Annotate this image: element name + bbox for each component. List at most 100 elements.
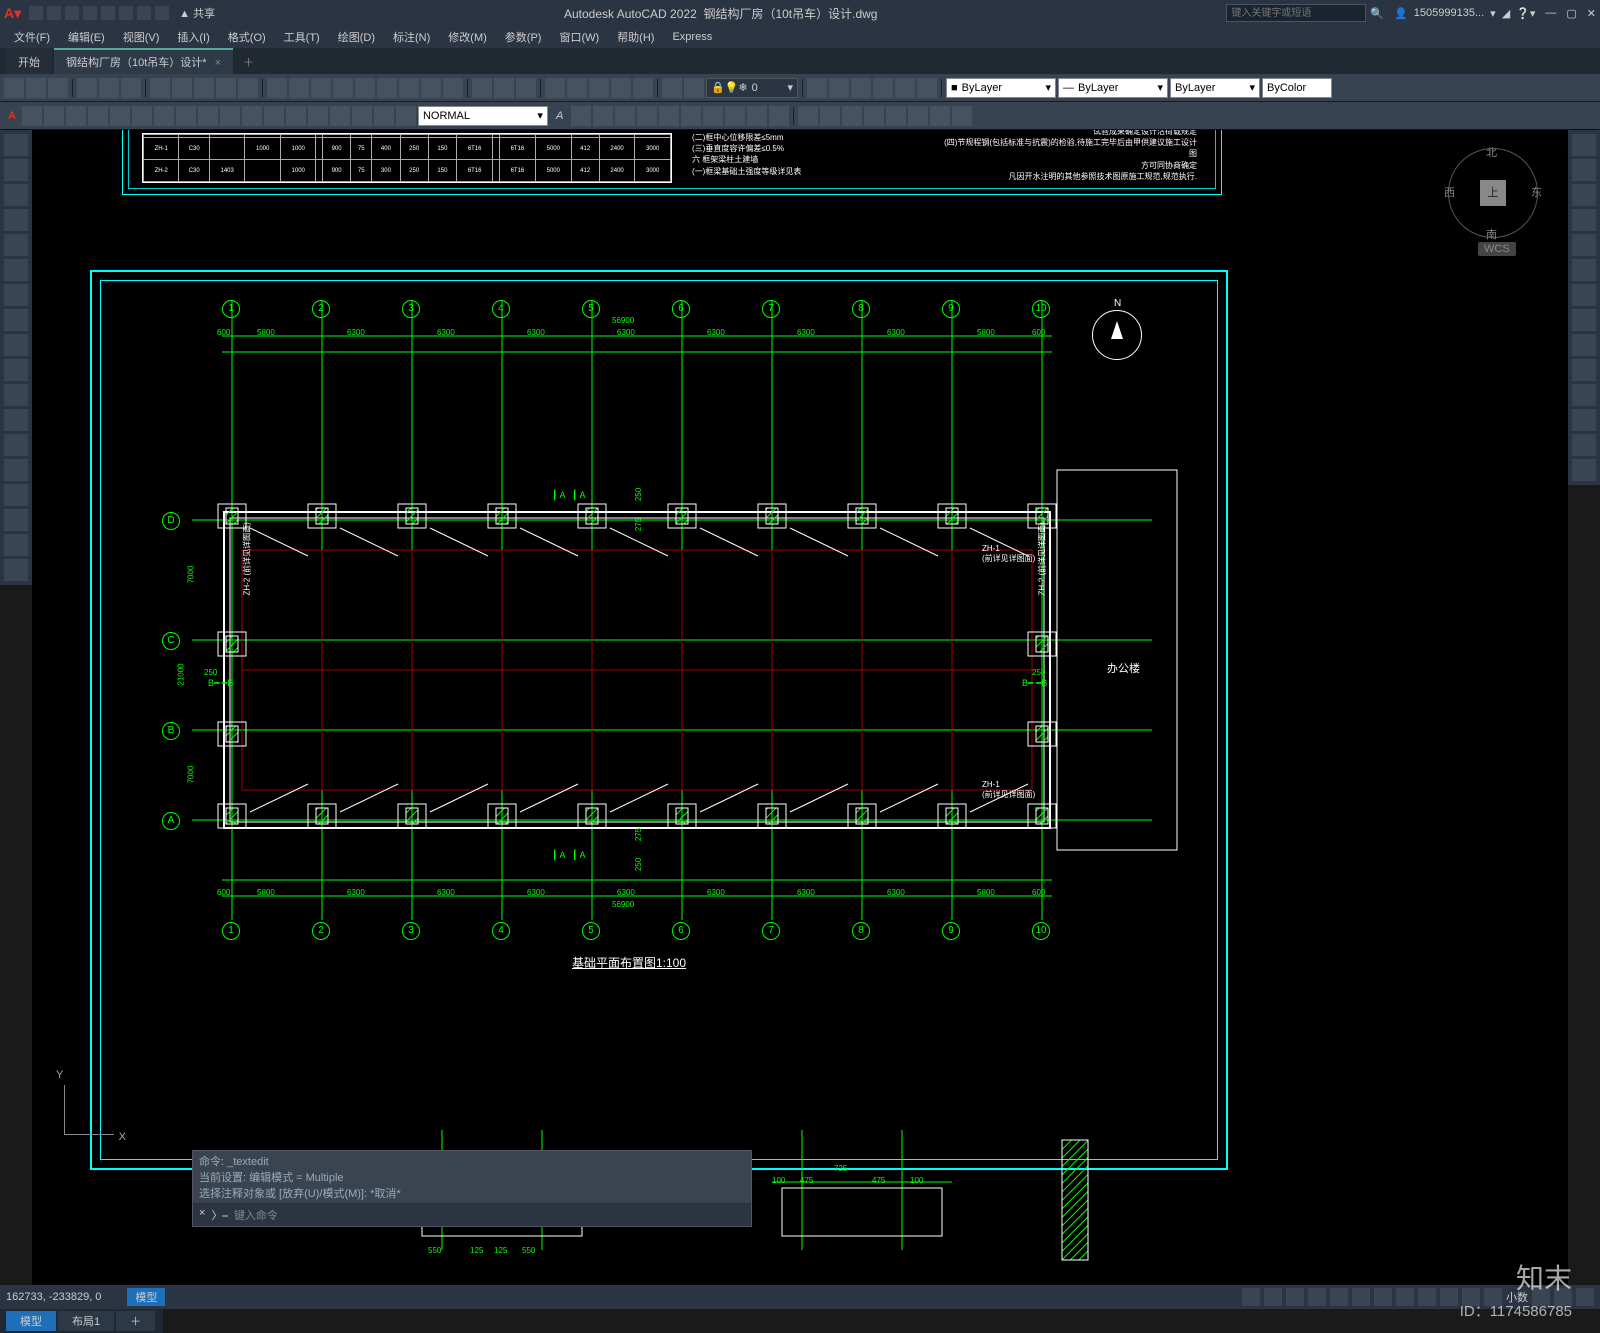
tool-button[interactable] bbox=[1572, 409, 1596, 431]
wcs-badge[interactable]: WCS bbox=[1478, 242, 1516, 256]
tool-button[interactable] bbox=[1572, 309, 1596, 331]
autodesk-app-icon[interactable]: ◢ bbox=[1502, 7, 1510, 20]
tab-layout1[interactable]: 布局1 bbox=[58, 1311, 114, 1331]
tool-button[interactable] bbox=[264, 106, 284, 126]
tool-button[interactable] bbox=[637, 106, 657, 126]
tool-button[interactable] bbox=[725, 106, 745, 126]
tool-button[interactable] bbox=[77, 78, 97, 98]
modelspace-button[interactable]: 模型 bbox=[127, 1288, 165, 1306]
menu-dim[interactable]: 标注(N) bbox=[385, 27, 438, 47]
tool-button[interactable] bbox=[198, 106, 218, 126]
viewcube[interactable]: 上 北 南 东 西 WCS bbox=[1448, 148, 1538, 238]
new-tab-button[interactable]: ＋ bbox=[235, 50, 262, 74]
tool-button[interactable] bbox=[374, 106, 394, 126]
tool-button[interactable] bbox=[807, 78, 827, 98]
tool-button[interactable] bbox=[571, 106, 591, 126]
tool-button[interactable] bbox=[88, 106, 108, 126]
qat-icon[interactable] bbox=[119, 6, 133, 20]
menu-format[interactable]: 格式(O) bbox=[220, 27, 274, 47]
tool-button[interactable] bbox=[851, 78, 871, 98]
tool-button[interactable] bbox=[44, 106, 64, 126]
tool-button[interactable] bbox=[242, 106, 262, 126]
tool-button[interactable] bbox=[593, 106, 613, 126]
tool-button[interactable] bbox=[589, 78, 609, 98]
tool-button[interactable] bbox=[330, 106, 350, 126]
close-icon[interactable]: × bbox=[199, 1207, 205, 1223]
tool-button[interactable] bbox=[352, 106, 372, 126]
tool-button[interactable] bbox=[154, 106, 174, 126]
status-button[interactable] bbox=[1418, 1288, 1436, 1306]
tool-button[interactable] bbox=[121, 78, 141, 98]
status-button[interactable] bbox=[1242, 1288, 1260, 1306]
tool-button[interactable] bbox=[4, 259, 28, 281]
tool-button[interactable] bbox=[4, 134, 28, 156]
menu-help[interactable]: 帮助(H) bbox=[609, 27, 662, 47]
tool-button[interactable] bbox=[615, 106, 635, 126]
tool-button[interactable] bbox=[48, 78, 68, 98]
tool-button[interactable] bbox=[917, 78, 937, 98]
tool-button[interactable] bbox=[1572, 284, 1596, 306]
tool-button[interactable] bbox=[1572, 184, 1596, 206]
tool-button[interactable] bbox=[26, 78, 46, 98]
prop-lt-combo[interactable]: ByLayer▾ bbox=[1170, 78, 1260, 98]
tool-button[interactable] bbox=[494, 78, 514, 98]
tool-button[interactable] bbox=[873, 78, 893, 98]
tool-button[interactable] bbox=[633, 78, 653, 98]
tool-button[interactable] bbox=[829, 78, 849, 98]
tab-model[interactable]: 模型 bbox=[6, 1311, 56, 1331]
menu-file[interactable]: 文件(F) bbox=[6, 27, 58, 47]
tool-button[interactable] bbox=[311, 78, 331, 98]
tool-button[interactable] bbox=[4, 159, 28, 181]
tool-button[interactable] bbox=[4, 509, 28, 531]
menu-modify[interactable]: 修改(M) bbox=[440, 27, 495, 47]
layer-color-combo[interactable]: 🔒💡❄0▾ bbox=[706, 78, 798, 98]
status-button[interactable] bbox=[1286, 1288, 1304, 1306]
tool-button[interactable] bbox=[4, 184, 28, 206]
tool-button[interactable] bbox=[703, 106, 723, 126]
tool-button[interactable] bbox=[238, 78, 258, 98]
tool-button[interactable] bbox=[681, 106, 701, 126]
menu-window[interactable]: 窗口(W) bbox=[551, 27, 607, 47]
tool-button[interactable] bbox=[396, 106, 416, 126]
tool-button[interactable] bbox=[1572, 384, 1596, 406]
status-button[interactable] bbox=[1308, 1288, 1326, 1306]
tool-button[interactable] bbox=[1572, 159, 1596, 181]
tool-button[interactable] bbox=[820, 106, 840, 126]
text-style-combo[interactable]: NORMAL▾ bbox=[418, 106, 548, 126]
command-line[interactable]: 命令: _textedit当前设置: 编辑模式 = Multiple选择注释对象… bbox=[192, 1150, 752, 1227]
maximize-button[interactable]: ▢ bbox=[1566, 7, 1576, 20]
tool-button[interactable] bbox=[567, 78, 587, 98]
tool-button[interactable] bbox=[267, 78, 287, 98]
annotative-icon[interactable]: A bbox=[556, 110, 563, 122]
tool-button[interactable] bbox=[220, 106, 240, 126]
tool-button[interactable] bbox=[150, 78, 170, 98]
close-button[interactable]: ✕ bbox=[1587, 7, 1596, 20]
tool-button[interactable] bbox=[1572, 359, 1596, 381]
tool-button[interactable] bbox=[4, 534, 28, 556]
tool-button[interactable] bbox=[798, 106, 818, 126]
tool-button[interactable] bbox=[4, 384, 28, 406]
tool-button[interactable] bbox=[4, 484, 28, 506]
help-search-input[interactable] bbox=[1226, 4, 1366, 22]
tool-button[interactable] bbox=[172, 78, 192, 98]
qat-icon[interactable] bbox=[47, 6, 61, 20]
ucs-icon[interactable]: X Y bbox=[50, 1075, 120, 1145]
prop-color-combo[interactable]: ByColor bbox=[1262, 78, 1332, 98]
tool-button[interactable] bbox=[895, 78, 915, 98]
tool-button[interactable] bbox=[99, 78, 119, 98]
tool-button[interactable] bbox=[842, 106, 862, 126]
tool-button[interactable] bbox=[66, 106, 86, 126]
tool-button[interactable] bbox=[472, 78, 492, 98]
tool-button[interactable] bbox=[747, 106, 767, 126]
tool-button[interactable] bbox=[886, 106, 906, 126]
tool-button[interactable] bbox=[4, 359, 28, 381]
tool-button[interactable] bbox=[286, 106, 306, 126]
search-icon[interactable]: 🔍 bbox=[1370, 7, 1384, 20]
user-icon[interactable]: 👤 bbox=[1394, 7, 1408, 20]
menu-tools[interactable]: 工具(T) bbox=[276, 27, 328, 47]
status-button[interactable] bbox=[1330, 1288, 1348, 1306]
quick-access-toolbar[interactable] bbox=[29, 6, 169, 20]
tool-button[interactable] bbox=[1572, 134, 1596, 156]
status-button[interactable] bbox=[1396, 1288, 1414, 1306]
qat-icon[interactable] bbox=[65, 6, 79, 20]
